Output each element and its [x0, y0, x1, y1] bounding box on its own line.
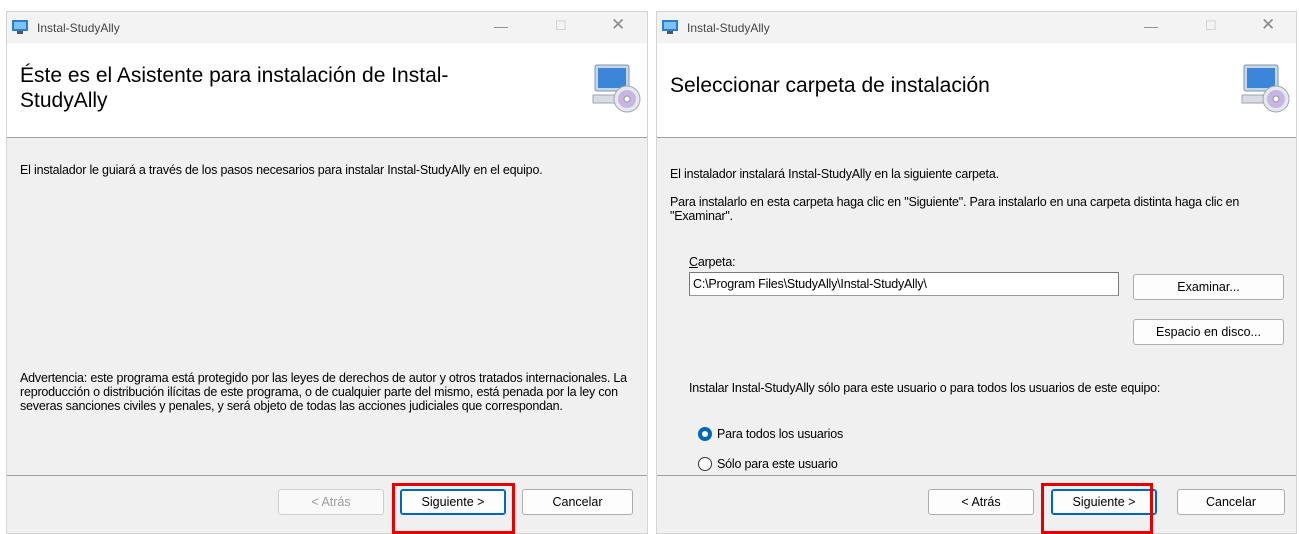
title-bar[interactable]: Instal-StudyAlly — ☐ ✕ — [657, 12, 1296, 42]
folder-label: Carpeta: — [689, 255, 736, 269]
page-title: Éste es el Asistente para instalación de… — [20, 64, 449, 112]
installer-window-welcome: Instal-StudyAlly — ☐ ✕ Éste es el Asiste… — [6, 11, 648, 534]
minimize-icon[interactable]: — — [494, 18, 508, 34]
intro-text: El instalador le guiará a través de los … — [20, 163, 543, 177]
installer-window-folder: Instal-StudyAlly — ☐ ✕ Seleccionar carpe… — [656, 11, 1297, 534]
highlight-box-left-next — [392, 483, 515, 534]
installer-app-icon — [12, 20, 28, 34]
cancel-button[interactable]: Cancelar — [522, 489, 633, 515]
cancel-button[interactable]: Cancelar — [1177, 489, 1285, 515]
maximize-icon: ☐ — [1205, 18, 1217, 33]
wizard-header: Seleccionar carpeta de instalación — [657, 43, 1296, 138]
wizard-body: El instalador le guiará a través de los … — [7, 138, 647, 475]
option-all-users-label[interactable]: Para todos los usuarios — [717, 427, 843, 441]
close-icon[interactable]: ✕ — [611, 15, 625, 35]
back-button[interactable]: < Atrás — [928, 489, 1034, 515]
wizard-body: El instalador instalará Instal-StudyAlly… — [657, 138, 1296, 475]
page-title: Seleccionar carpeta de instalación — [670, 74, 990, 97]
instructions-text: Para instalarlo en esta carpeta haga cli… — [670, 195, 1240, 223]
option-only-me-label[interactable]: Sólo para este usuario — [717, 457, 838, 471]
window-title: Instal-StudyAlly — [37, 21, 120, 35]
intro-text: El instalador instalará Instal-StudyAlly… — [670, 167, 999, 181]
window-title: Instal-StudyAlly — [687, 21, 770, 35]
title-bar[interactable]: Instal-StudyAlly — ☐ ✕ — [7, 12, 647, 42]
wizard-footer: < Atrás Siguiente > Cancelar — [7, 475, 647, 533]
maximize-icon: ☐ — [555, 18, 567, 33]
back-button: < Atrás — [278, 489, 384, 515]
computer-cd-icon — [1241, 64, 1290, 113]
highlight-box-right-next — [1041, 483, 1153, 534]
copyright-warning: Advertencia: este programa está protegid… — [20, 371, 627, 413]
radio-all-users[interactable] — [698, 427, 712, 441]
folder-label-text: arpeta: — [697, 255, 736, 269]
close-icon[interactable]: ✕ — [1261, 15, 1275, 35]
browse-button[interactable]: Examinar... — [1133, 274, 1284, 300]
installer-app-icon — [662, 20, 678, 34]
scope-question: Instalar Instal-StudyAlly sólo para este… — [689, 381, 1161, 395]
folder-label-accelerator: C — [689, 255, 698, 269]
disk-space-button[interactable]: Espacio en disco... — [1133, 319, 1284, 345]
radio-only-me[interactable] — [698, 457, 712, 471]
folder-path-input[interactable]: C:\Program Files\StudyAlly\Instal-StudyA… — [689, 272, 1119, 296]
wizard-footer: < Atrás Siguiente > Cancelar — [657, 475, 1296, 533]
computer-cd-icon — [592, 64, 641, 113]
minimize-icon[interactable]: — — [1144, 18, 1158, 34]
wizard-header: Éste es el Asistente para instalación de… — [7, 43, 647, 138]
